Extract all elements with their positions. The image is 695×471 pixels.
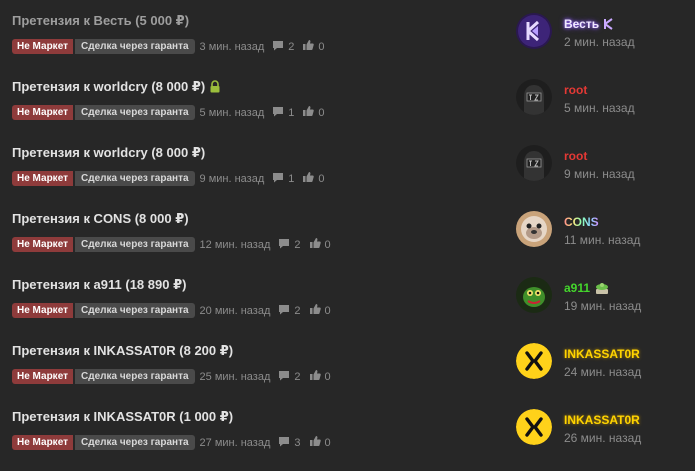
reply-count: 1 bbox=[288, 106, 295, 119]
avatar[interactable] bbox=[516, 145, 552, 181]
avatar[interactable] bbox=[516, 211, 552, 247]
reply-count: 2 bbox=[294, 370, 301, 383]
like-icon bbox=[309, 303, 321, 318]
like-icon bbox=[309, 237, 321, 252]
thread-title[interactable]: Претензия к a911 (18 890 ₽) bbox=[12, 277, 186, 293]
thread-title[interactable]: Претензия к CONS (8 000 ₽) bbox=[12, 211, 189, 227]
user-last-time: 9 мин. назад bbox=[564, 167, 635, 181]
like-icon bbox=[309, 435, 321, 450]
avatar[interactable] bbox=[516, 13, 552, 49]
like-count: 0 bbox=[318, 106, 325, 119]
tag-not-market[interactable]: Не Маркет bbox=[12, 105, 74, 120]
user-last-time: 5 мин. назад bbox=[564, 101, 635, 115]
like-count: 0 bbox=[324, 304, 331, 317]
reply-count: 3 bbox=[294, 436, 301, 449]
avatar[interactable] bbox=[516, 277, 552, 313]
tag-guarantor-deal[interactable]: Сделка через гаранта bbox=[75, 435, 195, 450]
like-count: 0 bbox=[318, 40, 325, 53]
like-count: 0 bbox=[324, 370, 331, 383]
thread-time: 3 мин. назад bbox=[199, 40, 265, 53]
like-count: 0 bbox=[318, 172, 325, 185]
tag-not-market[interactable]: Не Маркет bbox=[12, 237, 74, 252]
thread-meta: Не Маркет Сделка через гаранта 3 мин. наз… bbox=[12, 39, 325, 54]
thread-item[interactable]: Претензия к worldcry (8 000 ₽) Не Маркет… bbox=[0, 132, 695, 198]
thread-item[interactable]: Претензия к CONS (8 000 ₽) Не Маркет Сдел… bbox=[0, 198, 695, 264]
user-last-time: 2 мин. назад bbox=[564, 35, 635, 49]
thread-title[interactable]: Претензия к Весть (5 000 ₽) bbox=[12, 13, 189, 29]
thread-title[interactable]: Претензия к worldcry (8 000 ₽) bbox=[12, 79, 221, 96]
like-icon bbox=[309, 369, 321, 384]
thread-time: 27 мин. назад bbox=[199, 436, 271, 449]
username-text[interactable]: Весть bbox=[564, 17, 599, 31]
comment-icon bbox=[272, 106, 284, 120]
thread-time: 25 мин. назад bbox=[199, 370, 271, 383]
comment-icon bbox=[278, 436, 290, 450]
thread-meta: Не Маркет Сделка через гаранта 12 мин. на… bbox=[12, 237, 331, 252]
user-last-time: 11 мин. назад bbox=[564, 233, 641, 247]
flower-badge-icon bbox=[594, 281, 610, 297]
avatar[interactable] bbox=[516, 343, 552, 379]
reply-count: 1 bbox=[288, 172, 295, 185]
k-badge-icon bbox=[603, 18, 615, 33]
thread-item[interactable]: Претензия к a911 (18 890 ₽) Не Маркет Сде… bbox=[0, 264, 695, 330]
thread-time: 9 мин. назад bbox=[199, 172, 265, 185]
thread-title-text[interactable]: Претензия к worldcry (8 000 ₽) bbox=[12, 79, 205, 94]
username[interactable]: INKASSAT0R bbox=[564, 413, 640, 427]
reply-count: 2 bbox=[294, 238, 301, 251]
tag-guarantor-deal[interactable]: Сделка через гаранта bbox=[75, 171, 195, 186]
thread-item[interactable]: Претензия к worldcry (8 000 ₽) Не Маркет… bbox=[0, 66, 695, 132]
username[interactable]: root bbox=[564, 149, 587, 163]
user-last-time: 24 мин. назад bbox=[564, 365, 642, 379]
tag-guarantor-deal[interactable]: Сделка через гаранта bbox=[75, 39, 195, 54]
avatar[interactable] bbox=[516, 409, 552, 445]
comment-icon bbox=[278, 370, 290, 384]
thread-item[interactable]: Претензия к INKASSAT0R (8 200 ₽) Не Марк… bbox=[0, 330, 695, 396]
avatar[interactable] bbox=[516, 79, 552, 115]
tag-not-market[interactable]: Не Маркет bbox=[12, 369, 74, 384]
thread-item[interactable]: Претензия к INKASSAT0R (1 000 ₽) Не Марк… bbox=[0, 396, 695, 462]
comment-icon bbox=[272, 172, 284, 186]
tag-not-market[interactable]: Не Маркет bbox=[12, 303, 74, 318]
thread-time: 12 мин. назад bbox=[199, 238, 271, 251]
thread-time: 5 мин. назад bbox=[199, 106, 265, 119]
comment-icon bbox=[278, 304, 290, 318]
username-text[interactable]: a911 bbox=[564, 281, 590, 295]
like-count: 0 bbox=[324, 238, 331, 251]
user-last-time: 26 мин. назад bbox=[564, 431, 642, 445]
username[interactable]: INKASSAT0R bbox=[564, 347, 640, 361]
tag-not-market[interactable]: Не Маркет bbox=[12, 171, 74, 186]
thread-meta: Не Маркет Сделка через гаранта 9 мин. наз… bbox=[12, 171, 325, 186]
reply-count: 2 bbox=[288, 40, 295, 53]
comment-icon bbox=[272, 40, 284, 54]
username[interactable]: Весть bbox=[564, 17, 615, 33]
thread-title[interactable]: Претензия к worldcry (8 000 ₽) bbox=[12, 145, 205, 161]
tag-guarantor-deal[interactable]: Сделка через гаранта bbox=[75, 105, 195, 120]
thread-title[interactable]: Претензия к INKASSAT0R (8 200 ₽) bbox=[12, 343, 233, 359]
like-icon bbox=[302, 171, 315, 186]
like-icon bbox=[302, 39, 315, 54]
thread-time: 20 мин. назад bbox=[199, 304, 271, 317]
reply-count: 2 bbox=[294, 304, 301, 317]
thread-meta: Не Маркет Сделка через гаранта 25 мин. на… bbox=[12, 369, 331, 384]
tag-guarantor-deal[interactable]: Сделка через гаранта bbox=[75, 303, 195, 318]
like-icon bbox=[302, 105, 315, 120]
tag-guarantor-deal[interactable]: Сделка через гаранта bbox=[75, 369, 195, 384]
username[interactable]: root bbox=[564, 83, 587, 97]
lock-icon bbox=[209, 80, 221, 96]
thread-item[interactable]: Претензия к Весть (5 000 ₽) Не Маркет Сде… bbox=[0, 0, 695, 66]
thread-title[interactable]: Претензия к INKASSAT0R (1 000 ₽) bbox=[12, 409, 233, 425]
thread-meta: Не Маркет Сделка через гаранта 5 мин. наз… bbox=[12, 105, 325, 120]
like-count: 0 bbox=[324, 436, 331, 449]
comment-icon bbox=[278, 238, 290, 252]
user-last-time: 19 мин. назад bbox=[564, 299, 642, 313]
tag-not-market[interactable]: Не Маркет bbox=[12, 39, 74, 54]
username[interactable]: a911 bbox=[564, 281, 610, 297]
tag-guarantor-deal[interactable]: Сделка через гаранта bbox=[75, 237, 195, 252]
tag-not-market[interactable]: Не Маркет bbox=[12, 435, 74, 450]
thread-meta: Не Маркет Сделка через гаранта 27 мин. на… bbox=[12, 435, 331, 450]
thread-meta: Не Маркет Сделка через гаранта 20 мин. на… bbox=[12, 303, 331, 318]
username[interactable]: CONS bbox=[564, 215, 599, 229]
